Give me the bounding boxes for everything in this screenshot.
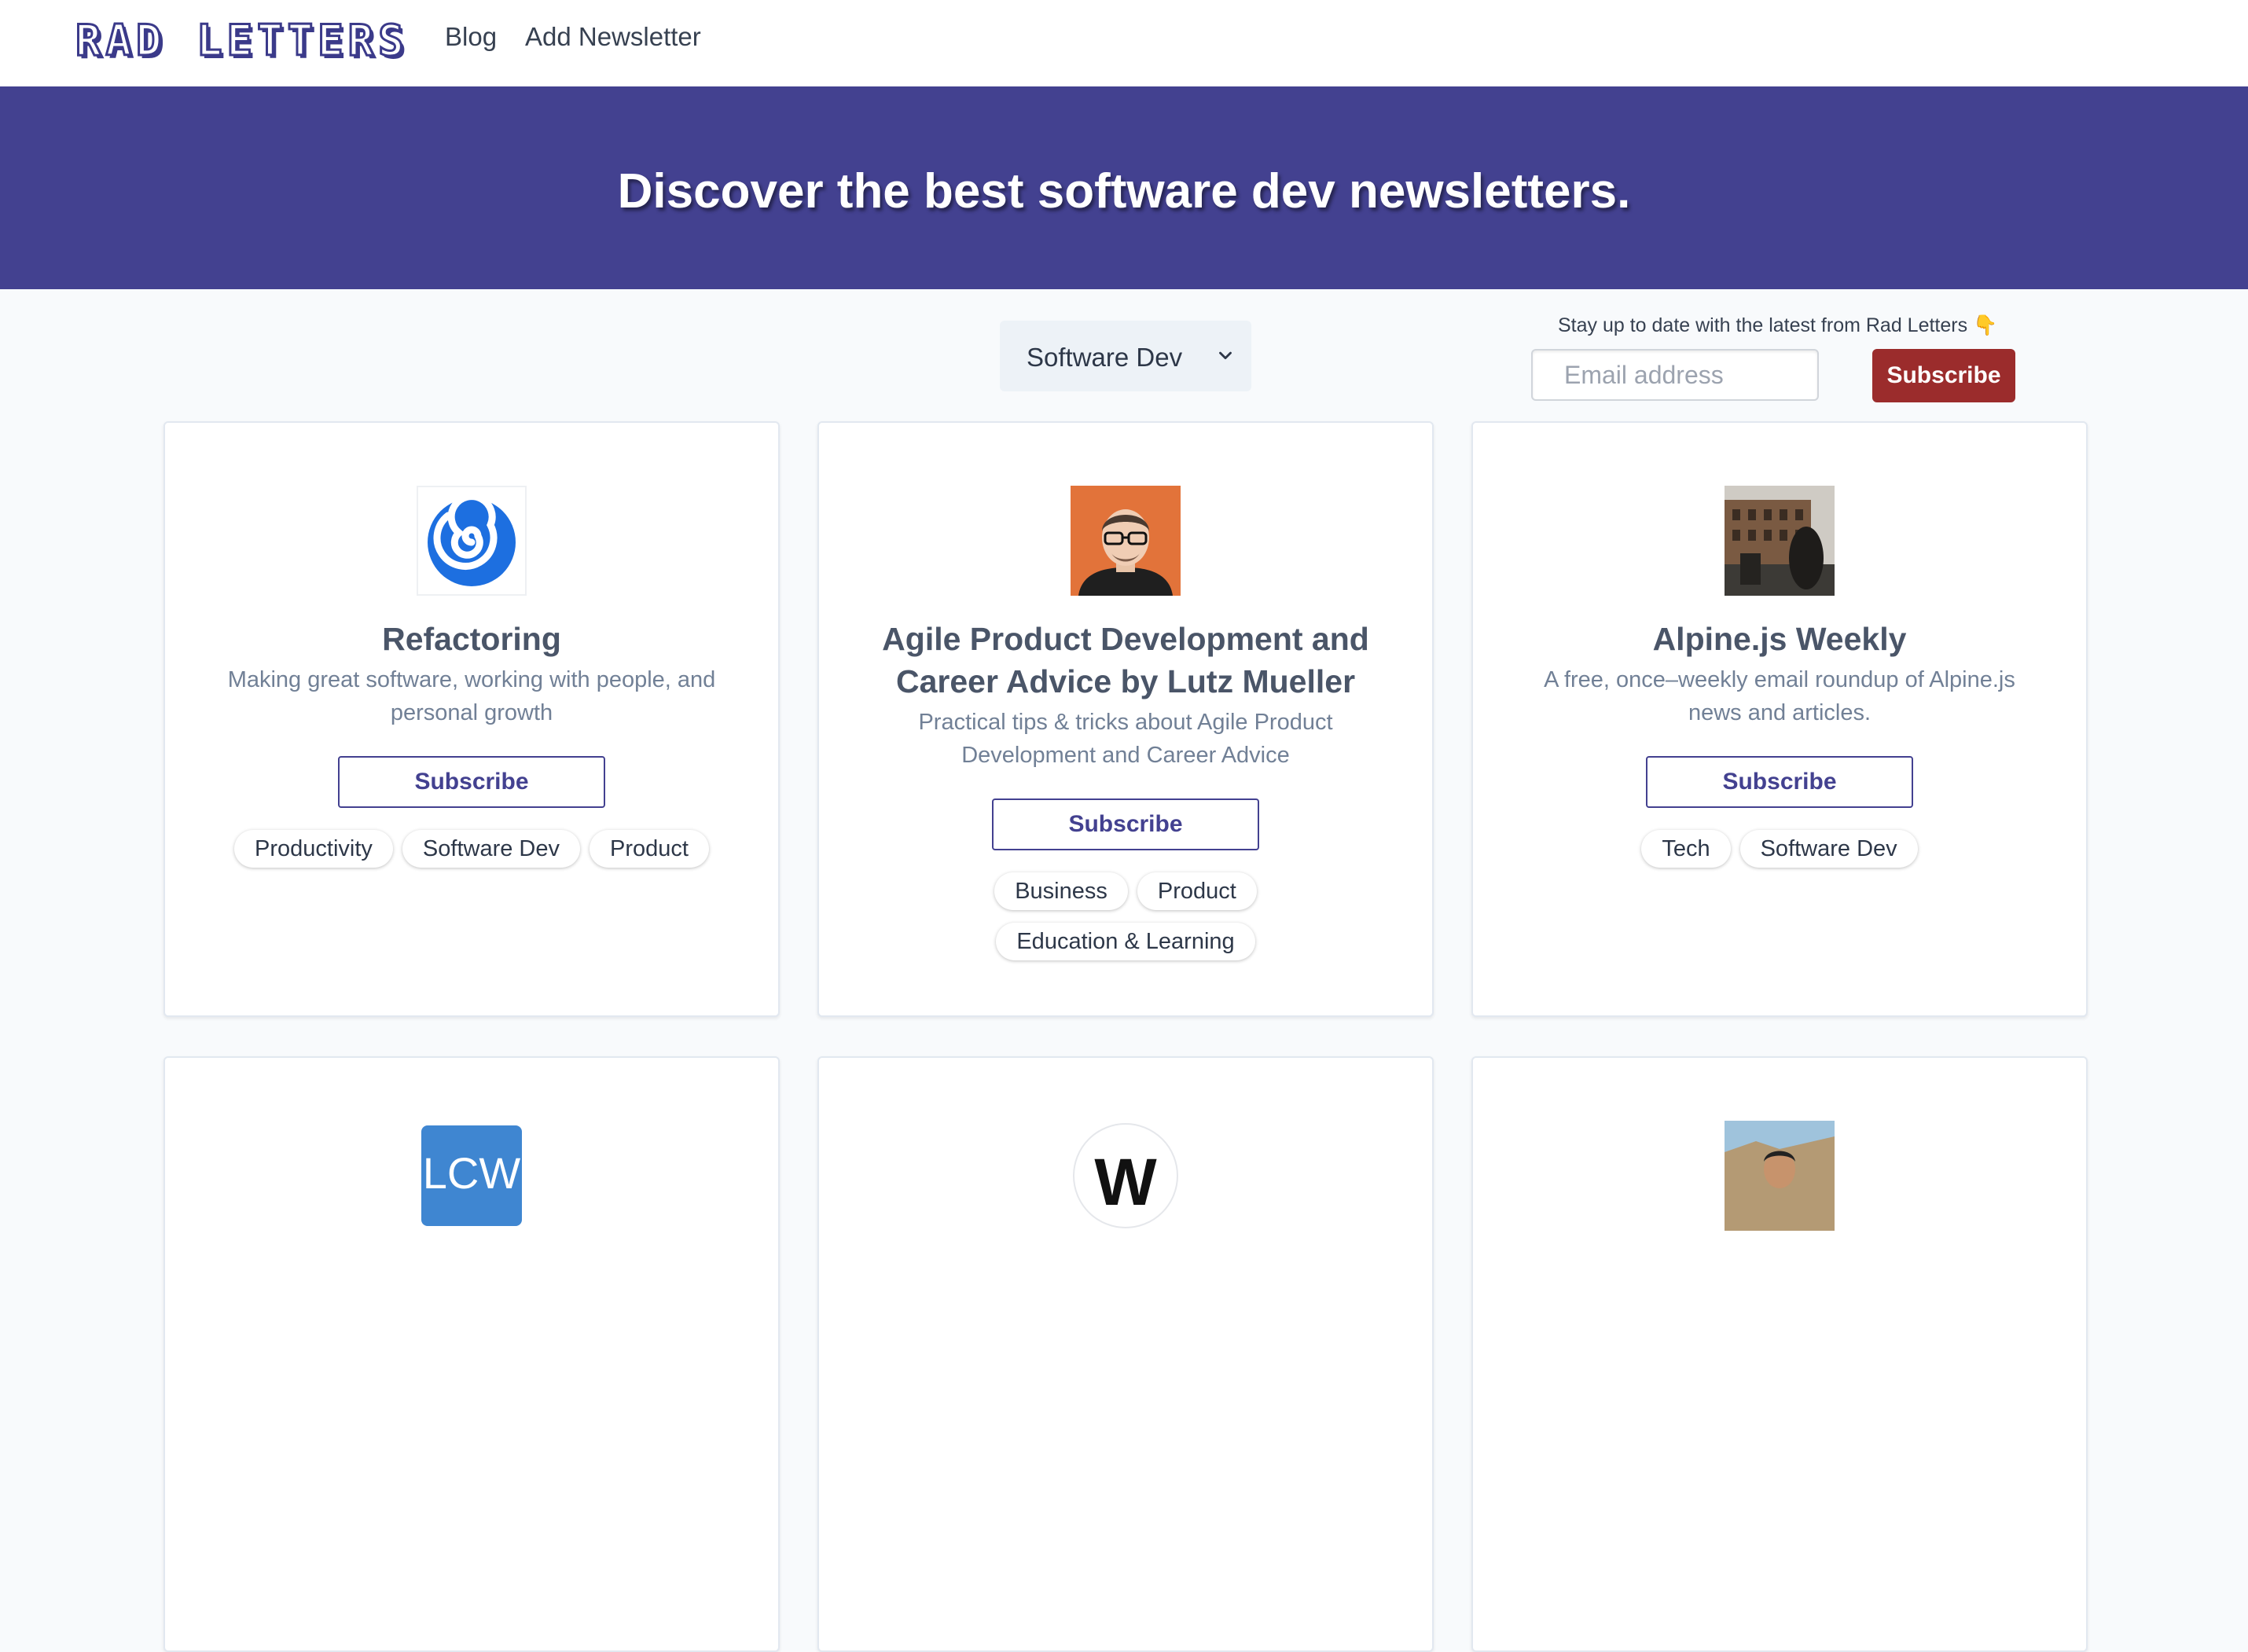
newsletter-card: Alpine.js Weekly A free, once–weekly ema… xyxy=(1471,421,2088,1017)
card-title[interactable]: Agile Product Development and Career Adv… xyxy=(850,618,1401,703)
lcw-logo-text: LCW xyxy=(422,1148,521,1198)
card-title[interactable]: Alpine.js Weekly xyxy=(1504,618,2055,660)
hero-title: Discover the best software dev newslette… xyxy=(617,164,1631,218)
nav-link-blog[interactable]: Blog xyxy=(445,22,497,52)
hero-banner: Discover the best software dev newslette… xyxy=(0,86,2248,289)
spiral-logo-icon xyxy=(417,486,527,596)
newsletter-card: LCW xyxy=(163,1056,780,1652)
category-select[interactable]: Software Dev xyxy=(1000,321,1251,391)
newsletter-subscribe-button[interactable]: Subscribe xyxy=(1872,349,2015,402)
card-title[interactable]: Refactoring xyxy=(197,618,747,660)
card-tags: Business Product Education & Learning xyxy=(850,866,1401,967)
author-portrait-icon xyxy=(1071,486,1181,596)
card-description: Practical tips & tricks about Agile Prod… xyxy=(918,710,1333,768)
nav-link-add-newsletter[interactable]: Add Newsletter xyxy=(525,22,701,52)
category-select-value: Software Dev xyxy=(1027,343,1183,372)
signup-note: Stay up to date with the latest from Rad… xyxy=(1558,314,1998,336)
tag-tech[interactable]: Tech xyxy=(1641,829,1731,868)
card-subscribe-button[interactable]: Subscribe xyxy=(1646,756,1913,808)
card-subscribe-button[interactable]: Subscribe xyxy=(992,798,1259,850)
newsletter-card: W xyxy=(817,1056,1434,1652)
newsletter-card xyxy=(1471,1056,2088,1652)
lcw-logo-icon: LCW xyxy=(417,1121,527,1231)
card-subscribe-button[interactable]: Subscribe xyxy=(338,756,605,808)
email-input[interactable] xyxy=(1531,349,1819,401)
card-tags: Tech Software Dev xyxy=(1504,824,2055,874)
tag-product[interactable]: Product xyxy=(590,829,709,868)
tag-business[interactable]: Business xyxy=(994,872,1128,910)
w-logo-text: W xyxy=(1094,1145,1157,1219)
w-logo-icon: W xyxy=(1071,1121,1181,1231)
tag-education-learning[interactable]: Education & Learning xyxy=(996,922,1255,960)
coast-photo-icon xyxy=(1725,1121,1835,1231)
card-description: Making great software, working with peop… xyxy=(227,667,716,725)
card-description: A free, once–weekly email roundup of Alp… xyxy=(1544,667,2015,725)
tag-productivity[interactable]: Productivity xyxy=(234,829,393,868)
top-navbar: RAD LETTERS Blog Add Newsletter xyxy=(0,0,2248,88)
tag-software-dev[interactable]: Software Dev xyxy=(402,829,580,868)
city-photo-icon xyxy=(1725,486,1835,596)
card-tags: Productivity Software Dev Product xyxy=(197,824,747,874)
site-logo[interactable]: RAD LETTERS xyxy=(75,15,409,67)
chevron-down-icon xyxy=(1219,351,1232,360)
newsletter-card: Refactoring Making great software, worki… xyxy=(163,421,780,1017)
tag-software-dev[interactable]: Software Dev xyxy=(1739,829,1918,868)
tag-product[interactable]: Product xyxy=(1137,872,1257,910)
newsletter-card: Agile Product Development and Career Adv… xyxy=(817,421,1434,1017)
